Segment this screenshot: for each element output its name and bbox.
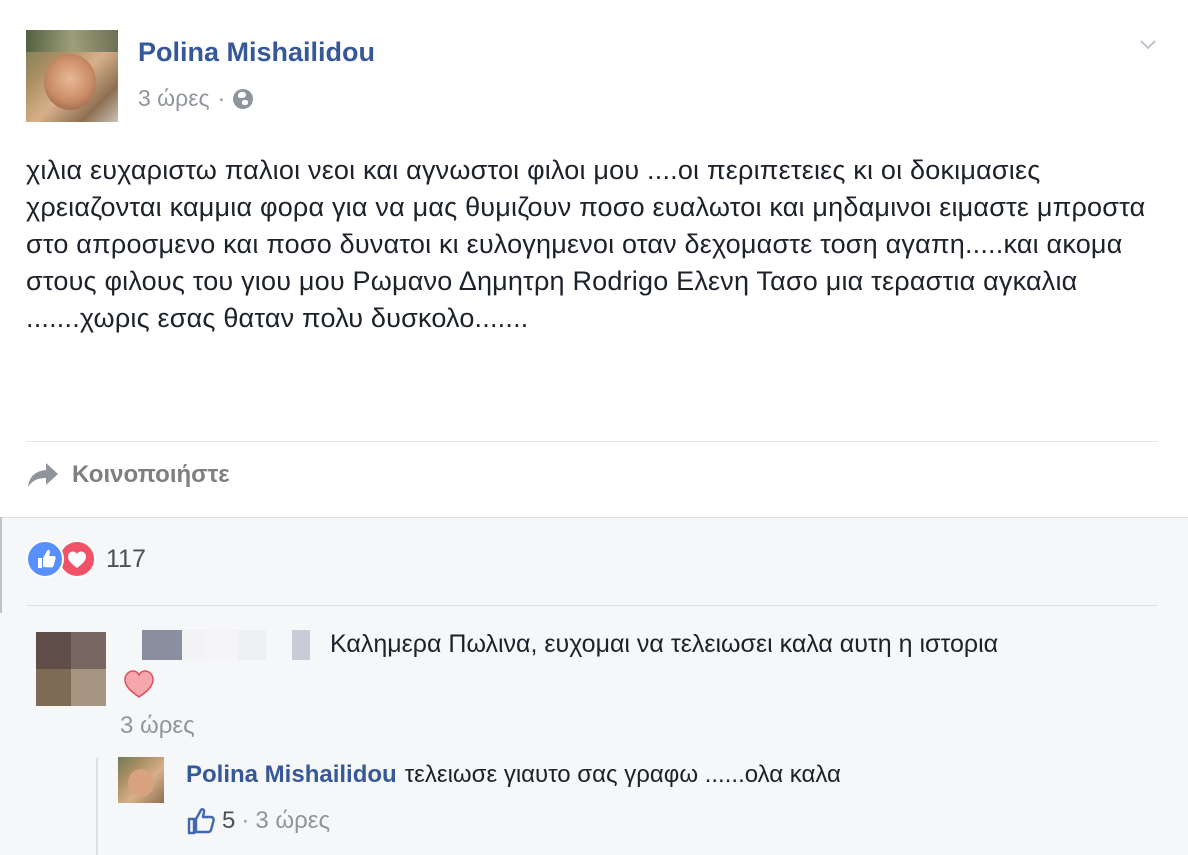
comment-time[interactable]: 3 ώρες (120, 712, 195, 740)
post-time[interactable]: 3 ώρες (138, 85, 210, 112)
post-card: Polina Mishailidou 3 ώρες · χιλια ευχαρι… (0, 0, 1188, 517)
reply: Polina Mishailidou τελειωσε γιαυτο σας γρ… (186, 761, 841, 789)
reply-like-count[interactable]: 5 (222, 807, 235, 835)
meta-separator: · (217, 85, 226, 111)
chevron-down-icon[interactable] (1138, 34, 1158, 54)
reactions-bar[interactable]: 117 (26, 540, 146, 578)
divider (26, 605, 1158, 606)
reply-author-avatar[interactable] (118, 757, 164, 803)
thumbs-up-icon[interactable] (186, 806, 216, 836)
post-meta: 3 ώρες · (138, 85, 254, 112)
reply-time[interactable]: 3 ώρες (255, 807, 330, 835)
feedback-section (0, 517, 1188, 855)
share-button[interactable]: Κοινοποιήστε (26, 461, 230, 489)
reply-author-name[interactable]: Polina Mishailidou (186, 761, 397, 788)
reply-meta: 5 · 3 ώρες (186, 806, 330, 836)
comment-text: Καλημερα Πωλινα, ευχομαι να τελειωσει κα… (330, 630, 999, 658)
meta-separator: · (241, 807, 250, 834)
commenter-name-pixelated[interactable] (142, 630, 310, 660)
share-label: Κοινοποιήστε (72, 461, 230, 488)
author-name[interactable]: Polina Mishailidou (138, 37, 375, 68)
like-reaction-icon (26, 540, 64, 578)
share-arrow-icon (28, 463, 58, 487)
focus-indicator (0, 517, 2, 613)
reaction-count[interactable]: 117 (106, 545, 146, 574)
divider (26, 441, 1158, 442)
commenter-avatar-pixelated[interactable] (36, 632, 106, 706)
reply-thread-line (96, 758, 98, 855)
reply-text: τελειωσε γιαυτο σας γραφω ......ολα καλα (404, 761, 841, 788)
globe-icon[interactable] (233, 88, 254, 109)
author-avatar[interactable] (26, 30, 118, 122)
heart-emoji-icon (124, 670, 154, 698)
post-text: χιλια ευχαριστω παλιοι νεοι και αγνωστοι… (26, 155, 1146, 333)
